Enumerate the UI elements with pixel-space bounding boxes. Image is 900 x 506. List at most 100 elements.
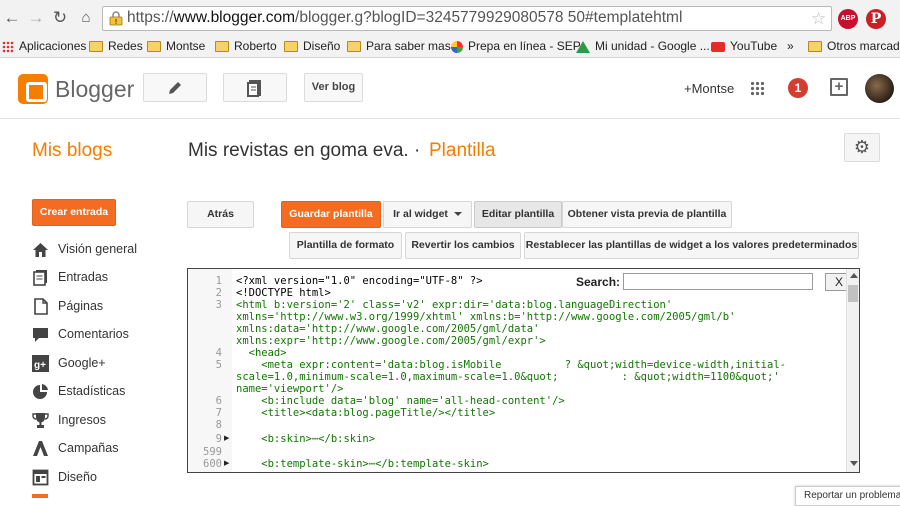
bookmark-diseno[interactable]: Diseño — [284, 38, 340, 54]
tab-preview-template[interactable]: Obtener vista previa de plantilla — [562, 201, 732, 228]
editor-scrollbar[interactable] — [846, 269, 859, 472]
new-post-button[interactable] — [143, 73, 207, 102]
browser-chrome: ← → ↻ ⌂ ! https://www.blogger.com/blogge… — [0, 0, 900, 58]
sidebar-item-comments[interactable]: Comentarios — [32, 325, 192, 345]
sidebar-item-stats[interactable]: Estadísticas — [32, 382, 192, 402]
reload-icon[interactable]: ↻ — [51, 9, 69, 27]
code-line: <?xml version="1.0" encoding="UTF-8" ?> — [236, 275, 483, 287]
posts-list-button[interactable] — [223, 73, 287, 102]
fold-arrow-icon[interactable]: ▶ — [224, 433, 229, 445]
create-post-button[interactable]: Crear entrada — [32, 199, 116, 226]
back-arrow-icon[interactable]: ← — [3, 9, 21, 27]
chevron-down-icon — [453, 212, 462, 217]
search-input[interactable] — [623, 273, 813, 290]
address-bar[interactable]: ! https://www.blogger.com/blogger.g?blog… — [102, 6, 832, 31]
pinterest-icon[interactable]: P — [866, 9, 886, 29]
blogger-logo-icon[interactable] — [18, 74, 48, 104]
sidebar-item-earnings[interactable]: Ingresos — [32, 411, 192, 431]
lock-warning-icon: ! — [109, 11, 123, 26]
line-number: 8 — [215, 419, 222, 431]
back-button[interactable]: Atrás — [187, 201, 254, 228]
folder-icon — [89, 41, 103, 53]
bookmark-prepa-en-linea[interactable]: Prepa en línea - SEP — [451, 38, 581, 54]
breadcrumb-separator: · — [414, 140, 421, 161]
code-line: name='viewport'/> — [236, 383, 344, 395]
layout-icon — [32, 469, 49, 486]
apps-grid-icon[interactable] — [750, 81, 765, 96]
editor-search-bar: Search: X — [573, 273, 855, 291]
template-code-editor[interactable]: 1 2 3 4 5 6 7 8 9 599 600 ▶ ▶ <?xml vers… — [187, 268, 860, 473]
scroll-thumb[interactable] — [848, 285, 858, 302]
code-line: scale=1.0,minimum-scale=1.0,maximum-scal… — [236, 371, 780, 383]
code-line: <!DOCTYPE html> — [236, 287, 331, 299]
scroll-up-icon[interactable] — [850, 273, 858, 278]
posts-icon — [33, 270, 47, 286]
line-number: 599 — [203, 446, 222, 458]
pencil-icon — [169, 82, 181, 94]
code-line: <b:skin>⋯</b:skin> — [236, 433, 376, 445]
avatar[interactable] — [865, 74, 894, 103]
svg-text:g+: g+ — [34, 360, 46, 371]
bookmark-roberto[interactable]: Roberto — [215, 38, 277, 54]
bookmark-youtube[interactable]: YouTube — [711, 38, 777, 54]
bookmark-montse[interactable]: Montse — [147, 38, 205, 54]
code-line: <meta expr:content='data:blog.isMobile ?… — [236, 359, 786, 371]
folder-icon — [147, 41, 161, 53]
line-number-gutter: 1 2 3 4 5 6 7 8 9 599 600 ▶ ▶ — [188, 269, 232, 472]
reset-widget-templates-button[interactable]: Restablecer las plantillas de widget a l… — [524, 232, 859, 259]
sidebar-item-posts[interactable]: Entradas — [32, 268, 192, 288]
bookmark-overflow[interactable]: » — [787, 38, 794, 54]
posts-icon — [247, 80, 261, 97]
sidebar-item-pages[interactable]: Páginas — [32, 297, 192, 317]
bookmark-mi-unidad[interactable]: Mi unidad - Google ... — [576, 38, 710, 54]
bookmark-apps[interactable]: Aplicaciones — [2, 38, 86, 54]
adblock-plus-icon[interactable]: ABP — [838, 9, 858, 29]
goto-widget-dropdown[interactable]: Ir al widget — [383, 201, 472, 228]
forward-arrow-icon[interactable]: → — [27, 9, 45, 27]
code-line: <title><data:blog.pageTitle/></title> — [236, 407, 496, 419]
sidebar-item-campaigns[interactable]: Campañas — [32, 439, 192, 459]
code-line: <b:include data='blog' name='all-head-co… — [236, 395, 565, 407]
pages-icon — [34, 298, 48, 315]
trophy-icon — [32, 413, 49, 428]
report-problem-button[interactable]: Reportar un problema — [795, 486, 900, 506]
folder-icon — [215, 41, 229, 53]
line-number: 2 — [215, 287, 222, 299]
fold-arrow-icon[interactable]: ▶ — [224, 458, 229, 470]
svg-text:!: ! — [115, 18, 118, 26]
my-blogs-link[interactable]: Mis blogs — [32, 140, 112, 162]
notifications-badge[interactable]: 1 — [788, 78, 808, 98]
blogger-brand[interactable]: Blogger — [55, 76, 134, 103]
home-icon[interactable]: ⌂ — [77, 9, 95, 27]
tab-edit-template[interactable]: Editar plantilla — [474, 201, 562, 228]
code-line: <html b:version='2' class='v2' expr:dir=… — [236, 299, 673, 311]
folder-icon — [808, 41, 822, 53]
apps-grid-icon — [2, 40, 14, 53]
revert-changes-button[interactable]: Revertir los cambios — [405, 232, 521, 259]
save-template-button[interactable]: Guardar plantilla — [281, 201, 381, 228]
share-plus-icon[interactable]: + — [830, 78, 848, 96]
line-number: 9 — [215, 433, 222, 445]
user-profile-link[interactable]: +Montse — [684, 81, 734, 96]
bookmark-otros-marcadores[interactable]: Otros marcadores — [808, 38, 900, 54]
code-line: xmlns:data='http://www.google.com/2005/g… — [236, 323, 540, 335]
line-number: 7 — [215, 407, 222, 419]
line-number: 4 — [215, 347, 222, 359]
settings-gear-icon[interactable]: ⚙ — [844, 133, 880, 162]
code-line: xmlns:expr='http://www.google.com/2005/g… — [236, 335, 546, 347]
url-text: https://www.blogger.com/blogger.g?blogID… — [127, 9, 683, 26]
code-line: <b:template-skin>⋯</b:template-skin> — [236, 458, 489, 470]
sidebar-item-overview[interactable]: Visión general — [32, 240, 192, 260]
comments-icon — [33, 328, 48, 342]
bookmark-para-saber-mas[interactable]: Para saber mas — [347, 38, 451, 54]
scroll-down-icon[interactable] — [850, 461, 858, 466]
format-template-button[interactable]: Plantilla de formato — [289, 232, 402, 259]
sidebar-item-layout[interactable]: Diseño — [32, 468, 192, 488]
sidebar-item-google-plus[interactable]: g+ Google+ — [32, 354, 192, 374]
bookmark-redes[interactable]: Redes — [89, 38, 143, 54]
line-number: 5 — [215, 359, 222, 371]
google-plus-icon: g+ — [32, 355, 49, 372]
bookmark-star-icon[interactable]: ☆ — [811, 9, 826, 29]
folder-icon — [284, 41, 298, 53]
view-blog-button[interactable]: Ver blog — [304, 73, 363, 102]
